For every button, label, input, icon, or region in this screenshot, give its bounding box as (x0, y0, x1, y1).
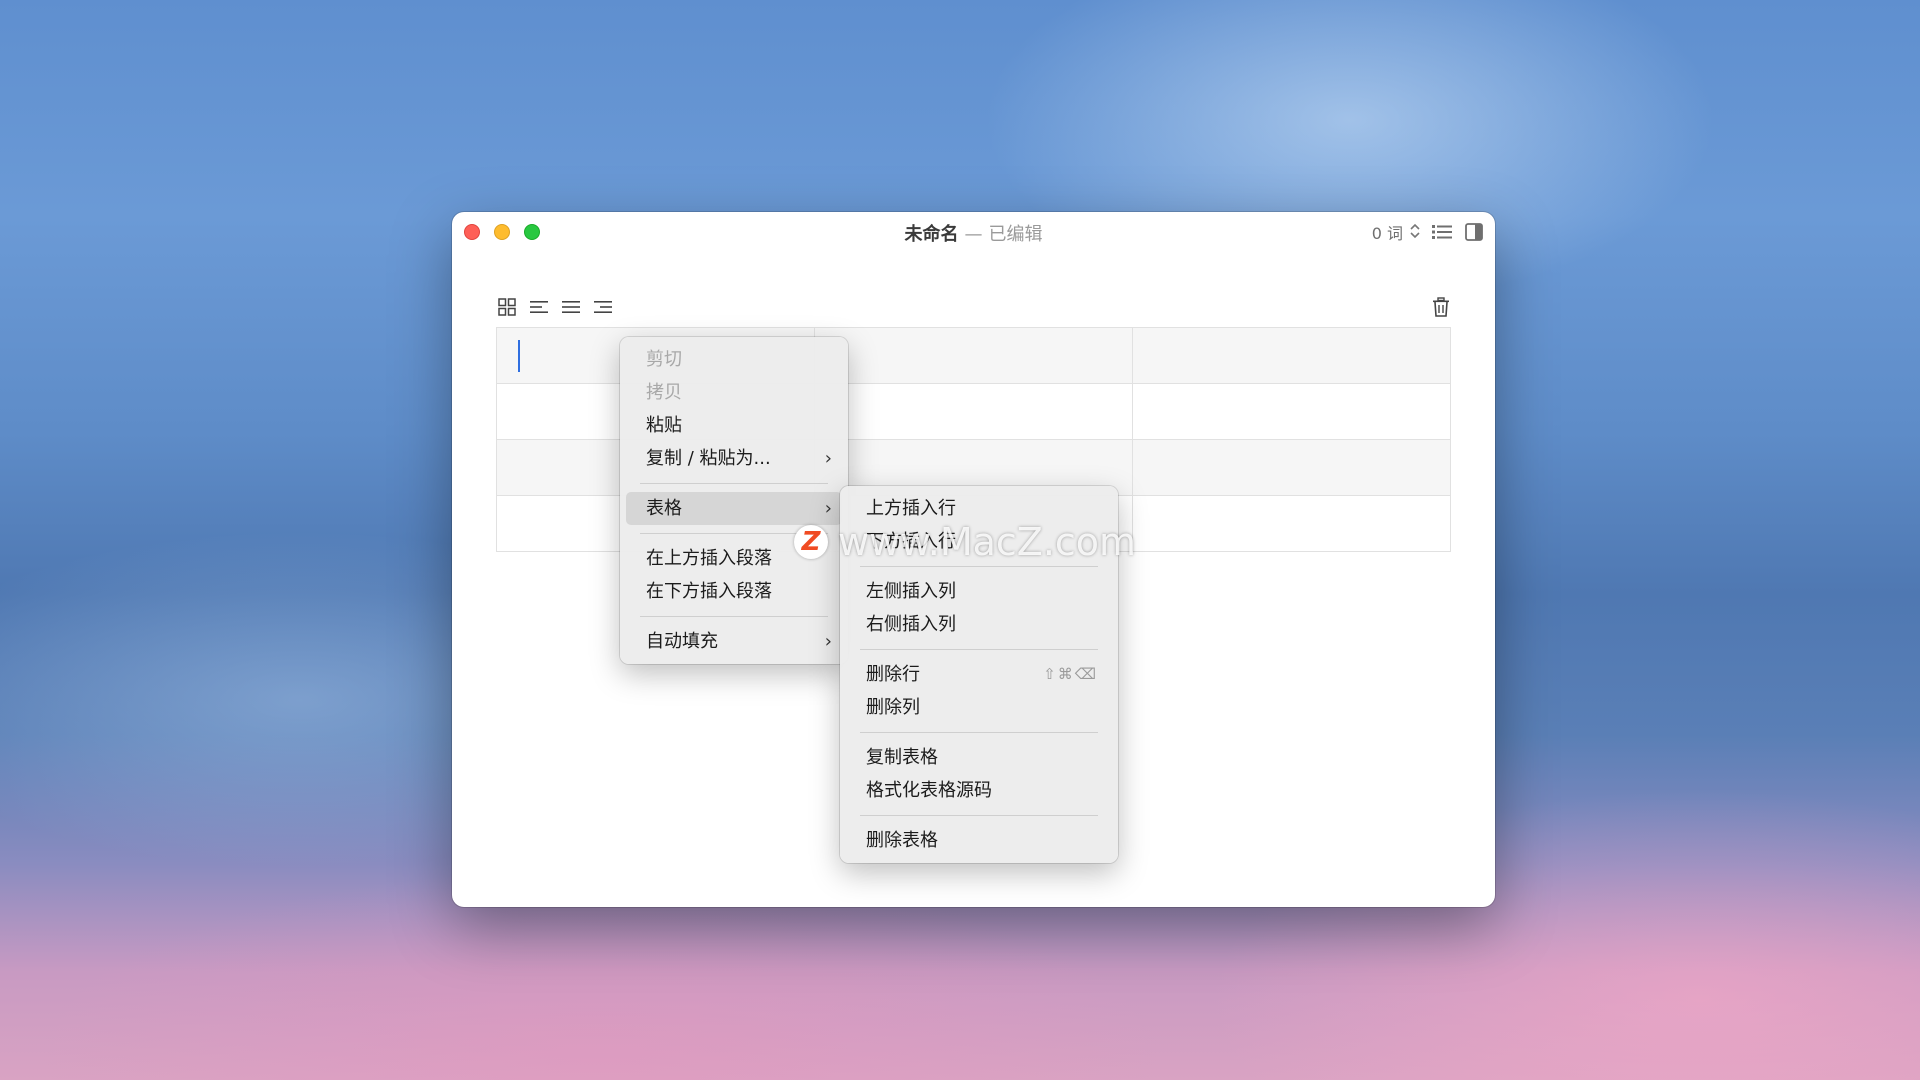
menu-item-delete-column[interactable]: 删除列 (846, 691, 1112, 724)
menu-separator (640, 616, 828, 617)
align-right-icon[interactable] (592, 296, 614, 318)
watermark: Z www.MacZ.com (794, 520, 1136, 564)
menu-item-label: 左侧插入列 (866, 581, 956, 602)
shortcut-hint: ⇧⌘⌫ (1043, 665, 1098, 683)
menu-item-label: 复制表格 (866, 747, 938, 768)
menu-item-copy-paste-as[interactable]: 复制 / 粘贴为... › (626, 442, 842, 475)
word-count-button[interactable]: 0 词 (1372, 220, 1421, 244)
window-title: 未命名 — 已编辑 (452, 220, 1495, 246)
table-cell[interactable] (814, 383, 1133, 440)
menu-item-insert-column-left[interactable]: 左侧插入列 (846, 575, 1112, 608)
align-center-icon[interactable] (560, 296, 582, 318)
title-bar: 未命名 — 已编辑 0 词 (452, 212, 1495, 252)
up-down-chevron-icon (1409, 222, 1421, 243)
menu-item-label: 删除行 (866, 664, 920, 685)
watermark-badge-letter: Z (801, 527, 821, 557)
menu-item-format-table-source[interactable]: 格式化表格源码 (846, 774, 1112, 807)
document-name: 未命名 (904, 224, 959, 245)
menu-item-label: 删除表格 (866, 830, 938, 851)
menu-item-autofill[interactable]: 自动填充 › (626, 625, 842, 658)
align-left-icon[interactable] (528, 296, 550, 318)
trash-icon[interactable] (1430, 296, 1452, 318)
menu-item-paste[interactable]: 粘贴 (626, 409, 842, 442)
menu-item-insert-column-right[interactable]: 右侧插入列 (846, 608, 1112, 641)
table-resize-grid-icon[interactable] (496, 296, 518, 318)
menu-item-label: 粘贴 (646, 415, 682, 436)
table-cell[interactable] (1132, 495, 1451, 552)
outline-list-icon[interactable] (1431, 221, 1453, 243)
table-cell[interactable] (1132, 327, 1451, 384)
table-cell[interactable] (1132, 383, 1451, 440)
watermark-logo-icon: Z (794, 525, 828, 559)
menu-item-delete-table[interactable]: 删除表格 (846, 824, 1112, 857)
menu-item-label: 自动填充 (646, 631, 718, 652)
menu-separator (860, 815, 1098, 816)
menu-item-cut[interactable]: 剪切 (626, 343, 842, 376)
menu-item-label: 在下方插入段落 (646, 581, 772, 602)
menu-item-label: 表格 (646, 498, 682, 519)
menu-separator (860, 566, 1098, 567)
edit-status: 已编辑 (988, 224, 1043, 245)
menu-item-label: 剪切 (646, 349, 682, 370)
title-separator: — (964, 224, 983, 245)
table-toolbar (496, 296, 1452, 322)
menu-item-copy-table[interactable]: 复制表格 (846, 741, 1112, 774)
title-bar-controls: 0 词 (1372, 220, 1485, 244)
menu-item-label: 上方插入行 (866, 498, 956, 519)
menu-separator (860, 649, 1098, 650)
menu-separator (860, 732, 1098, 733)
chevron-right-icon: › (824, 631, 832, 652)
menu-item-label: 拷贝 (646, 382, 682, 403)
chevron-right-icon: › (824, 448, 832, 469)
menu-item-label: 复制 / 粘贴为... (646, 448, 771, 469)
menu-item-label: 右侧插入列 (866, 614, 956, 635)
menu-item-label: 删除列 (866, 697, 920, 718)
table-cell[interactable] (1132, 439, 1451, 496)
menu-item-label: 格式化表格源码 (866, 780, 992, 801)
menu-separator (640, 483, 828, 484)
menu-item-insert-paragraph-below[interactable]: 在下方插入段落 (626, 575, 842, 608)
context-menu: 剪切 拷贝 粘贴 复制 / 粘贴为... › 表格 › 在上方插入段落 在下方插入段… (620, 337, 848, 664)
menu-item-delete-row[interactable]: 删除行 ⇧⌘⌫ (846, 658, 1112, 691)
text-caret (518, 340, 520, 372)
watermark-text: www.MacZ.com (838, 520, 1137, 564)
table-cell[interactable] (814, 327, 1133, 384)
menu-item-copy[interactable]: 拷贝 (626, 376, 842, 409)
sidebar-toggle-icon[interactable] (1463, 221, 1485, 243)
menu-item-label: 在上方插入段落 (646, 548, 772, 569)
word-count-label: 0 词 (1371, 224, 1403, 243)
